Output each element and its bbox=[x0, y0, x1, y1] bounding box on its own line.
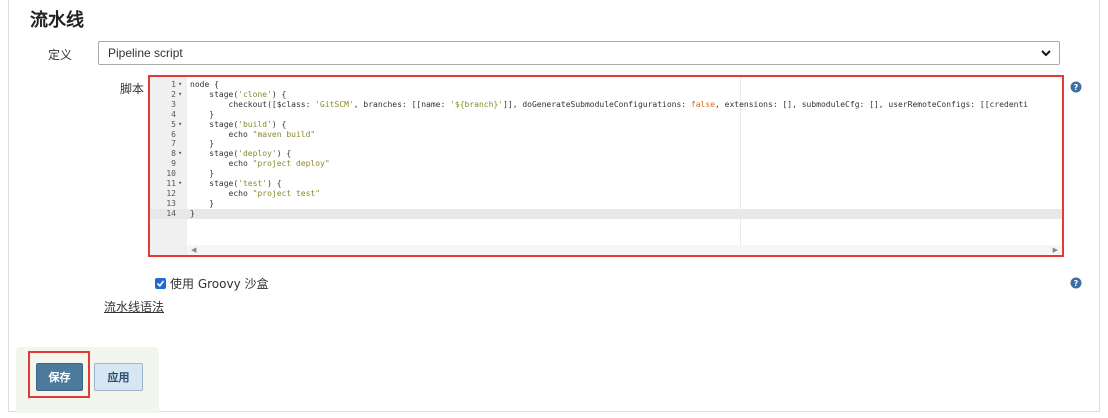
code-text: stage('clone') { bbox=[190, 89, 287, 99]
code-line: 4 } bbox=[150, 110, 1062, 120]
line-number: 9 bbox=[171, 159, 176, 169]
help-icon[interactable]: ? bbox=[1070, 81, 1082, 93]
script-editor[interactable]: 1 ▾ node {2 ▾ stage('clone') {3 checkout([$… bbox=[148, 75, 1064, 257]
sandbox-checkbox[interactable] bbox=[155, 278, 166, 289]
definition-select[interactable]: Pipeline script bbox=[98, 41, 1060, 65]
code-text: stage('deploy') { bbox=[190, 149, 292, 159]
line-number: 7 bbox=[171, 139, 176, 149]
code-line: 14} bbox=[150, 208, 1062, 219]
code-line: 8 ▾ stage('deploy') { bbox=[150, 149, 1062, 159]
pipeline-syntax-link[interactable]: 流水线语法 bbox=[104, 298, 164, 315]
sandbox-label: 使用 Groovy 沙盒 bbox=[170, 277, 269, 291]
line-number: 4 bbox=[171, 109, 176, 119]
code-text: stage('build') { bbox=[190, 119, 287, 129]
fold-toggle-icon[interactable]: ▾ bbox=[178, 90, 182, 100]
code-line: 5 ▾ stage('build') { bbox=[150, 120, 1062, 130]
definition-selected-value: Pipeline script bbox=[108, 46, 183, 60]
save-button[interactable]: 保存 bbox=[36, 363, 83, 391]
line-number: 6 bbox=[171, 129, 176, 139]
fold-toggle-icon[interactable]: ▾ bbox=[178, 149, 182, 159]
horizontal-scrollbar[interactable]: ◀ ▶ bbox=[187, 245, 1062, 255]
code-text: } bbox=[190, 198, 215, 208]
line-number: 5 bbox=[171, 119, 176, 129]
scroll-left-icon[interactable]: ◀ bbox=[191, 246, 196, 254]
line-number: 1 bbox=[171, 80, 176, 89]
scroll-right-icon[interactable]: ▶ bbox=[1053, 246, 1058, 254]
code-text: } bbox=[190, 208, 195, 218]
code-text: checkout([$class: 'GitSCM', branches: [[… bbox=[190, 99, 1029, 109]
section-title: 流水线 bbox=[30, 10, 84, 31]
code-line: 12 echo "project test" bbox=[150, 189, 1062, 199]
code-text: echo "project test" bbox=[190, 188, 321, 198]
line-number: 2 bbox=[171, 89, 176, 99]
line-number: 13 bbox=[166, 198, 176, 208]
svg-text:?: ? bbox=[1074, 279, 1079, 288]
code-text: } bbox=[190, 109, 215, 119]
code-text: stage('test') { bbox=[190, 179, 282, 188]
code-line: 6 echo "maven build" bbox=[150, 130, 1062, 140]
fold-toggle-icon[interactable]: ▾ bbox=[178, 179, 182, 189]
code-line: 10 } bbox=[150, 169, 1062, 179]
line-number: 12 bbox=[166, 188, 176, 198]
line-number: 3 bbox=[171, 99, 176, 109]
code-line: 11 ▾ stage('test') { bbox=[150, 179, 1062, 189]
line-number: 8 bbox=[171, 149, 176, 159]
line-number: 10 bbox=[166, 169, 176, 179]
line-number: 11 bbox=[166, 179, 176, 188]
code-line: 3 checkout([$class: 'GitSCM', branches: … bbox=[150, 100, 1062, 110]
line-number: 14 bbox=[166, 208, 176, 218]
fold-toggle-icon[interactable]: ▾ bbox=[178, 120, 182, 130]
code-line: 2 ▾ stage('clone') { bbox=[150, 90, 1062, 100]
code-text: echo "project deploy" bbox=[190, 159, 330, 169]
definition-label: 定义 bbox=[48, 48, 73, 62]
code-text: node { bbox=[190, 80, 219, 89]
fold-toggle-icon[interactable]: ▾ bbox=[178, 80, 182, 90]
code-line: 1 ▾ node { bbox=[150, 80, 1062, 90]
svg-text:?: ? bbox=[1074, 83, 1079, 92]
code-text: } bbox=[190, 139, 215, 149]
code-line: 7 } bbox=[150, 139, 1062, 149]
code-text: } bbox=[190, 169, 215, 179]
code-line: 13 } bbox=[150, 199, 1062, 209]
script-label: 脚本 bbox=[120, 82, 145, 96]
apply-button[interactable]: 应用 bbox=[94, 363, 143, 391]
code-line: 9 echo "project deploy" bbox=[150, 159, 1062, 169]
help-icon[interactable]: ? bbox=[1070, 277, 1082, 289]
code-text: echo "maven build" bbox=[190, 129, 316, 139]
chevron-down-icon bbox=[1039, 45, 1053, 61]
